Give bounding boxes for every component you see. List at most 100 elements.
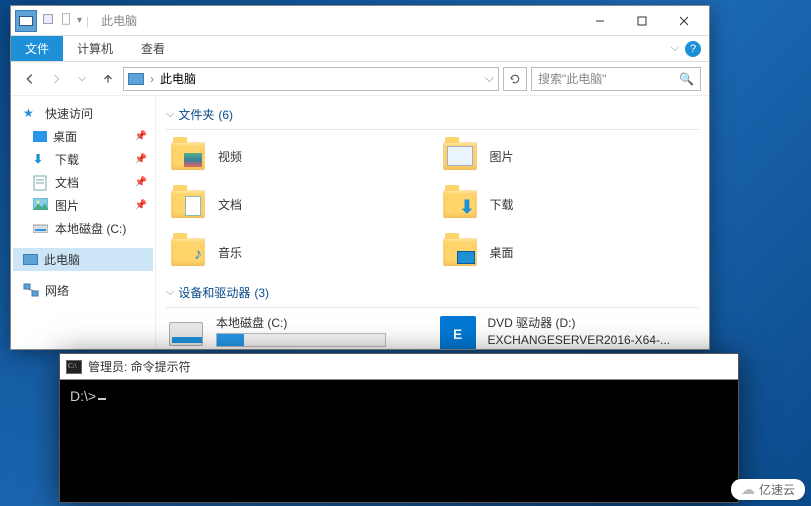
drives-grid: 本地磁盘 (C:) 83.5 GB 可用，共 99.4 GB E DVD 驱动器… bbox=[166, 314, 699, 349]
folder-label: 图片 bbox=[490, 148, 514, 165]
folder-videos[interactable]: 视频 bbox=[166, 136, 428, 176]
drive-info: 本地磁盘 (C:) 83.5 GB 可用，共 99.4 GB bbox=[216, 314, 428, 349]
window-controls bbox=[579, 7, 705, 35]
nav-pictures[interactable]: 图片 📌 bbox=[13, 194, 153, 217]
group-devices-header[interactable]: ⌵ 设备和驱动器 (3) bbox=[166, 278, 699, 308]
explorer-window: ▾ | 此电脑 文件 计算机 查看 ⌵ ? ⌵ › 此电脑 ⌵ bbox=[10, 5, 710, 350]
hdd-icon bbox=[166, 314, 206, 349]
title-bar[interactable]: ▾ | 此电脑 bbox=[11, 6, 709, 36]
drive-d[interactable]: E DVD 驱动器 (D:) EXCHANGESERVER2016-X64-..… bbox=[438, 314, 700, 349]
nav-documents[interactable]: 文档 📌 bbox=[13, 171, 153, 194]
forward-button[interactable] bbox=[45, 68, 67, 90]
explorer-body: ★ 快速访问 桌面 📌 ⬇ 下载 📌 文档 📌 图片 📌 bbox=[11, 96, 709, 349]
pin-icon: 📌 bbox=[135, 177, 147, 188]
qat-item[interactable] bbox=[41, 12, 55, 29]
tab-file[interactable]: 文件 bbox=[11, 36, 63, 61]
drive-icon bbox=[33, 221, 49, 237]
quick-access-toolbar: ▾ bbox=[15, 10, 82, 32]
nav-label: 此电脑 bbox=[44, 251, 80, 268]
nav-label: 网络 bbox=[45, 282, 69, 299]
qat-item[interactable] bbox=[59, 12, 73, 29]
content-pane[interactable]: ⌵ 文件夹 (6) 视频 图片 文档 ⬇ 下载 bbox=[156, 96, 709, 349]
drive-info: DVD 驱动器 (D:) EXCHANGESERVER2016-X64-... … bbox=[488, 314, 700, 349]
nav-label: 快速访问 bbox=[45, 105, 93, 122]
chevron-right-icon[interactable]: › bbox=[150, 72, 154, 86]
window-title: 此电脑 bbox=[101, 12, 137, 29]
videos-folder-icon bbox=[168, 138, 208, 174]
drive-label: 本地磁盘 (C:) bbox=[216, 314, 428, 331]
desktop-folder-icon bbox=[440, 234, 480, 270]
computer-icon bbox=[128, 73, 144, 85]
watermark-text: 亿速云 bbox=[759, 481, 795, 498]
back-button[interactable] bbox=[19, 68, 41, 90]
address-bar[interactable]: › 此电脑 ⌵ bbox=[123, 67, 499, 91]
drive-label: DVD 驱动器 (D:) bbox=[488, 314, 700, 331]
cloud-icon: ☁ bbox=[741, 481, 755, 498]
address-dropdown-icon[interactable]: ⌵ bbox=[485, 71, 494, 86]
drive-label-sub: EXCHANGESERVER2016-X64-... bbox=[488, 333, 700, 347]
folder-documents[interactable]: 文档 bbox=[166, 184, 428, 224]
pin-icon: 📌 bbox=[135, 200, 147, 211]
music-folder-icon: ♪ bbox=[168, 234, 208, 270]
search-input[interactable]: 搜索"此电脑" 🔍 bbox=[531, 67, 701, 91]
tab-view[interactable]: 查看 bbox=[127, 36, 179, 61]
cmd-body[interactable]: D:\> bbox=[60, 380, 738, 502]
document-icon bbox=[33, 175, 49, 191]
ribbon-tabs: 文件 计算机 查看 ⌵ ? bbox=[11, 36, 709, 62]
search-icon: 🔍 bbox=[679, 72, 694, 86]
minimize-button[interactable] bbox=[579, 7, 621, 35]
recent-dropdown-icon[interactable]: ⌵ bbox=[71, 68, 93, 90]
cmd-icon bbox=[66, 360, 82, 374]
ribbon-expand-icon[interactable]: ⌵ bbox=[671, 42, 679, 55]
computer-icon bbox=[23, 254, 38, 265]
folder-pictures[interactable]: 图片 bbox=[438, 136, 700, 176]
group-label: 文件夹 bbox=[178, 106, 214, 123]
folder-label: 文档 bbox=[218, 196, 242, 213]
nav-desktop[interactable]: 桌面 📌 bbox=[13, 125, 153, 148]
downloads-folder-icon: ⬇ bbox=[440, 186, 480, 222]
help-icon[interactable]: ? bbox=[685, 41, 701, 57]
tab-computer[interactable]: 计算机 bbox=[63, 36, 127, 61]
cmd-title-bar[interactable]: 管理员: 命令提示符 bbox=[60, 354, 738, 380]
group-count: (3) bbox=[254, 286, 269, 300]
up-button[interactable] bbox=[97, 68, 119, 90]
breadcrumb[interactable]: 此电脑 bbox=[160, 70, 196, 87]
nav-label: 桌面 bbox=[53, 128, 77, 145]
cmd-prompt: D:\> bbox=[70, 388, 96, 404]
folder-downloads[interactable]: ⬇ 下载 bbox=[438, 184, 700, 224]
chevron-down-icon: ⌵ bbox=[166, 108, 174, 121]
network-icon bbox=[23, 283, 39, 299]
nav-this-pc[interactable]: 此电脑 bbox=[13, 248, 153, 271]
nav-quick-access[interactable]: ★ 快速访问 bbox=[13, 102, 153, 125]
qat-dropdown-icon[interactable]: ▾ bbox=[77, 15, 82, 26]
picture-icon bbox=[33, 198, 49, 214]
search-placeholder: 搜索"此电脑" bbox=[538, 70, 679, 87]
nav-label: 下载 bbox=[55, 151, 79, 168]
group-label: 设备和驱动器 bbox=[178, 284, 250, 301]
download-icon: ⬇ bbox=[33, 152, 49, 168]
nav-network[interactable]: 网络 bbox=[13, 279, 153, 302]
pin-icon: 📌 bbox=[135, 154, 147, 165]
folder-music[interactable]: ♪ 音乐 bbox=[166, 232, 428, 272]
desktop-icon bbox=[33, 131, 47, 142]
documents-folder-icon bbox=[168, 186, 208, 222]
cursor bbox=[98, 398, 106, 400]
nav-label: 本地磁盘 (C:) bbox=[55, 220, 126, 237]
chevron-down-icon: ⌵ bbox=[166, 286, 174, 299]
folder-label: 视频 bbox=[218, 148, 242, 165]
folder-desktop[interactable]: 桌面 bbox=[438, 232, 700, 272]
maximize-button[interactable] bbox=[621, 7, 663, 35]
cmd-window: 管理员: 命令提示符 D:\> bbox=[59, 353, 739, 503]
computer-icon[interactable] bbox=[15, 10, 37, 32]
navigation-pane[interactable]: ★ 快速访问 桌面 📌 ⬇ 下载 📌 文档 📌 图片 📌 bbox=[11, 96, 156, 349]
folder-label: 下载 bbox=[490, 196, 514, 213]
group-folders-header[interactable]: ⌵ 文件夹 (6) bbox=[166, 100, 699, 130]
close-button[interactable] bbox=[663, 7, 705, 35]
refresh-button[interactable] bbox=[503, 67, 527, 91]
nav-local-disk[interactable]: 本地磁盘 (C:) bbox=[13, 217, 153, 240]
watermark: ☁ 亿速云 bbox=[731, 479, 805, 500]
cmd-title-text: 管理员: 命令提示符 bbox=[88, 358, 191, 375]
drive-c[interactable]: 本地磁盘 (C:) 83.5 GB 可用，共 99.4 GB bbox=[166, 314, 428, 349]
nav-label: 文档 bbox=[55, 174, 79, 191]
nav-downloads[interactable]: ⬇ 下载 📌 bbox=[13, 148, 153, 171]
